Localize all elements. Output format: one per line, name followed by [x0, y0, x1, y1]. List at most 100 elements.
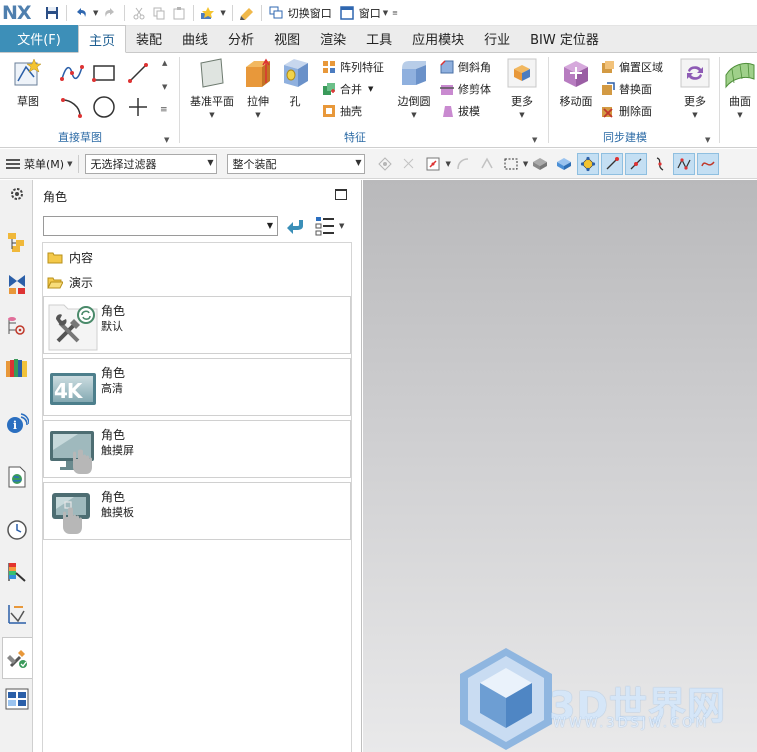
show-hide-icon[interactable]	[529, 153, 551, 175]
history-clock-icon[interactable]	[5, 518, 29, 542]
snap-point-icon[interactable]	[422, 153, 444, 175]
window-dropdown-icon[interactable]: ▼	[383, 9, 388, 17]
settings-gear-icon[interactable]	[5, 182, 29, 206]
hole-button[interactable]: 孔	[280, 57, 310, 109]
general-selection-intent-icon[interactable]	[374, 153, 396, 175]
constraint-navigator-icon[interactable]	[5, 272, 29, 296]
list-view-button[interactable]: ▼	[314, 214, 350, 238]
undo-icon[interactable]	[72, 4, 90, 22]
reuse-library-icon[interactable]	[5, 356, 29, 380]
circle-icon[interactable]	[90, 93, 118, 121]
tab-view[interactable]: 视图	[264, 25, 310, 52]
role-search-select[interactable]: ▼	[43, 216, 278, 236]
role-card-hd[interactable]: 4K 角色 高清	[43, 358, 351, 416]
line-icon[interactable]	[124, 59, 152, 87]
back-icon[interactable]	[285, 216, 307, 236]
point-icon[interactable]	[124, 93, 152, 121]
save-icon[interactable]	[43, 4, 61, 22]
sync-more-button[interactable]: 更多 ▼	[675, 57, 715, 119]
group-launcher-icon[interactable]: ▼	[164, 136, 169, 144]
shaded-view-icon[interactable]	[553, 153, 575, 175]
role-dropdown-icon[interactable]: ▼	[220, 9, 225, 17]
snap-line-icon[interactable]	[601, 152, 624, 175]
undo-dropdown-icon[interactable]: ▼	[93, 9, 98, 17]
copy-icon[interactable]	[150, 4, 168, 22]
part-navigator-icon[interactable]	[5, 314, 29, 338]
edge-blend-button[interactable]: 边倒圆 ▼	[392, 57, 436, 119]
pattern-feature-button[interactable]: 阵列特征	[322, 59, 384, 75]
rectangle-select-icon[interactable]	[500, 153, 522, 175]
role-icon[interactable]	[199, 4, 217, 22]
selection-scope-select[interactable]: 整个装配 ▼	[227, 153, 366, 174]
sketch-button[interactable]: 草图	[8, 57, 48, 109]
offset-region-button[interactable]: 偏置区域	[601, 59, 663, 75]
selection-intent-icon[interactable]	[398, 153, 420, 175]
assembly-navigator-icon[interactable]	[5, 230, 29, 254]
studio-spline-icon[interactable]	[58, 59, 86, 87]
group-launcher-icon[interactable]: ▼	[532, 136, 537, 144]
snap-midpoint-icon[interactable]	[625, 152, 648, 175]
tab-biw-locator[interactable]: BIW 定位器	[520, 25, 609, 52]
switch-window-button[interactable]: 切换窗口	[288, 5, 332, 21]
group-launcher-icon[interactable]: ▼	[705, 136, 710, 144]
paste-icon[interactable]	[170, 4, 188, 22]
window-icon[interactable]	[338, 4, 356, 22]
process-studio-icon[interactable]	[5, 602, 29, 626]
snap-endpoint-icon[interactable]	[577, 152, 600, 175]
body-selection-icon[interactable]	[476, 153, 498, 175]
customize-qat-icon[interactable]: ≡	[392, 9, 398, 17]
roles-icon[interactable]	[2, 637, 32, 679]
feature-more-button[interactable]: 更多 ▼	[502, 57, 542, 119]
graphics-window[interactable]: 3D世界网 WWW.3DSJW.COM	[363, 180, 757, 752]
sketch-gallery-more-icon[interactable]: ≡	[160, 105, 168, 115]
tab-file[interactable]: 文件(F)	[0, 25, 78, 52]
sketch-scroll-up-icon[interactable]: ▲	[162, 59, 167, 67]
snap-curve-icon[interactable]	[649, 153, 671, 175]
role-card-touch-pad[interactable]: 角色 触摸板	[43, 482, 351, 540]
palette-icon[interactable]	[5, 687, 29, 711]
tab-analysis[interactable]: 分析	[218, 25, 264, 52]
replace-face-button[interactable]: 替换面	[601, 81, 652, 97]
cut-icon[interactable]	[130, 4, 148, 22]
switch-window-icon[interactable]	[267, 4, 285, 22]
web-browser-icon[interactable]	[5, 465, 29, 489]
system-materials-icon[interactable]	[5, 560, 29, 584]
datum-plane-button[interactable]: 基准平面 ▼	[188, 57, 236, 119]
tab-application[interactable]: 应用模块	[402, 25, 474, 52]
menu-button[interactable]: 菜单(M) ▼	[6, 156, 72, 172]
maximize-icon[interactable]	[335, 189, 347, 200]
delete-face-button[interactable]: 删除面	[601, 103, 652, 119]
tab-tools[interactable]: 工具	[356, 25, 402, 52]
redo-icon[interactable]	[101, 4, 119, 22]
role-card-touch-screen[interactable]: 角色 触摸屏	[43, 420, 351, 478]
draft-button[interactable]: 拔模	[440, 103, 480, 119]
tab-assembly[interactable]: 装配	[126, 25, 172, 52]
chamfer-button[interactable]: 倒斜角	[440, 59, 491, 75]
tab-industry[interactable]: 行业	[474, 25, 520, 52]
snap-spline-icon[interactable]	[697, 152, 720, 175]
folder-content[interactable]: 内容	[47, 249, 93, 266]
role-card-default[interactable]: 角色 默认	[43, 296, 351, 354]
folder-presentation[interactable]: 演示	[47, 274, 93, 291]
feature-selection-icon[interactable]	[452, 153, 474, 175]
surface-button[interactable]: 曲面 ▼	[724, 57, 756, 119]
touch-mode-icon[interactable]	[238, 4, 256, 22]
window-menu-button[interactable]: 窗口	[359, 5, 381, 21]
tab-render[interactable]: 渲染	[310, 25, 356, 52]
move-face-button[interactable]: 移动面	[555, 57, 597, 109]
trim-body-button[interactable]: 修剪体	[440, 81, 491, 97]
extrude-button[interactable]: 拉伸 ▼	[240, 57, 276, 119]
snap-intersection-icon[interactable]	[673, 152, 696, 175]
arc-icon[interactable]	[58, 93, 86, 121]
snap-dropdown-icon[interactable]: ▼	[445, 160, 450, 168]
select-mode-dropdown-icon[interactable]: ▼	[523, 160, 528, 168]
view-dropdown-icon[interactable]: ▼	[339, 222, 344, 230]
sketch-scroll-down-icon[interactable]: ▼	[162, 83, 167, 91]
shell-button[interactable]: 抽壳	[322, 103, 362, 119]
unite-button[interactable]: 合并 ▼	[322, 81, 373, 97]
tab-curve[interactable]: 曲线	[172, 25, 218, 52]
hd3d-info-icon[interactable]: i	[5, 412, 29, 436]
tab-home[interactable]: 主页	[78, 25, 127, 53]
type-filter-select[interactable]: 无选择过滤器 ▼	[85, 153, 218, 174]
rectangle-icon[interactable]	[90, 59, 118, 87]
